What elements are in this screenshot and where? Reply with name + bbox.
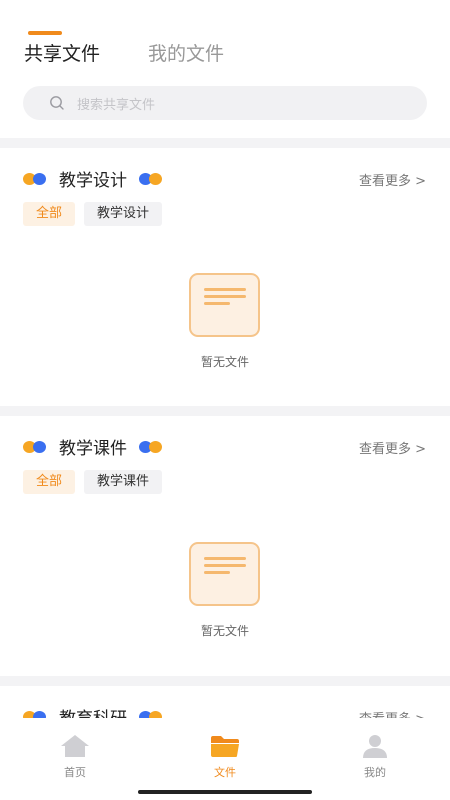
- nav-home[interactable]: 首页: [25, 734, 125, 780]
- section-header: 教学课件: [23, 434, 163, 459]
- home-indicator: [138, 790, 312, 794]
- empty-file-icon: [189, 542, 260, 606]
- view-more-link[interactable]: 查看更多 >: [359, 170, 426, 189]
- divider: [0, 406, 450, 416]
- tab-my-files[interactable]: 我的文件: [148, 40, 224, 68]
- dots-icon: [139, 440, 163, 453]
- empty-file-icon: [189, 273, 260, 337]
- nav-files[interactable]: 文件: [175, 734, 275, 780]
- nav-files-label: 文件: [214, 766, 236, 779]
- section-title: 教学课件: [59, 439, 127, 459]
- nav-mine[interactable]: 我的: [325, 734, 425, 780]
- section-header: 教学设计: [23, 166, 163, 191]
- nav-home-label: 首页: [64, 766, 86, 779]
- search-input[interactable]: 搜索共享文件: [77, 94, 155, 113]
- chip-all[interactable]: 全部: [23, 202, 76, 226]
- empty-state-text: 暂无文件: [200, 355, 249, 369]
- file-tabs: 共享文件 我的文件: [24, 40, 272, 68]
- divider: [0, 676, 450, 686]
- empty-state-text: 暂无文件: [200, 624, 249, 638]
- bottom-tab-bar: 首页 文件 我的: [0, 718, 450, 800]
- dots-icon: [139, 172, 163, 185]
- chip-category[interactable]: 教学设计: [84, 202, 163, 226]
- search-icon: [50, 96, 64, 110]
- category-chips: 全部 教学设计: [23, 202, 171, 226]
- view-more-link[interactable]: 查看更多 >: [359, 438, 426, 457]
- chip-all[interactable]: 全部: [23, 470, 76, 494]
- tab-shared-files[interactable]: 共享文件: [24, 40, 100, 68]
- dots-icon: [23, 440, 47, 453]
- chip-category[interactable]: 教学课件: [84, 470, 163, 494]
- category-chips: 全部 教学课件: [23, 470, 171, 494]
- dots-icon: [23, 172, 47, 185]
- profile-icon: [363, 735, 387, 758]
- home-icon: [61, 735, 89, 757]
- section-title: 教学设计: [59, 171, 127, 191]
- nav-mine-label: 我的: [364, 766, 386, 779]
- section-teaching-design: 教学设计 查看更多 > 全部 教学设计 暂无文件: [0, 148, 450, 406]
- search-bar[interactable]: 搜索共享文件: [23, 86, 427, 120]
- divider: [0, 138, 450, 148]
- folder-icon: [211, 736, 239, 757]
- active-tab-indicator: [28, 31, 62, 35]
- section-teaching-courseware: 教学课件 查看更多 > 全部 教学课件 暂无文件: [0, 416, 450, 676]
